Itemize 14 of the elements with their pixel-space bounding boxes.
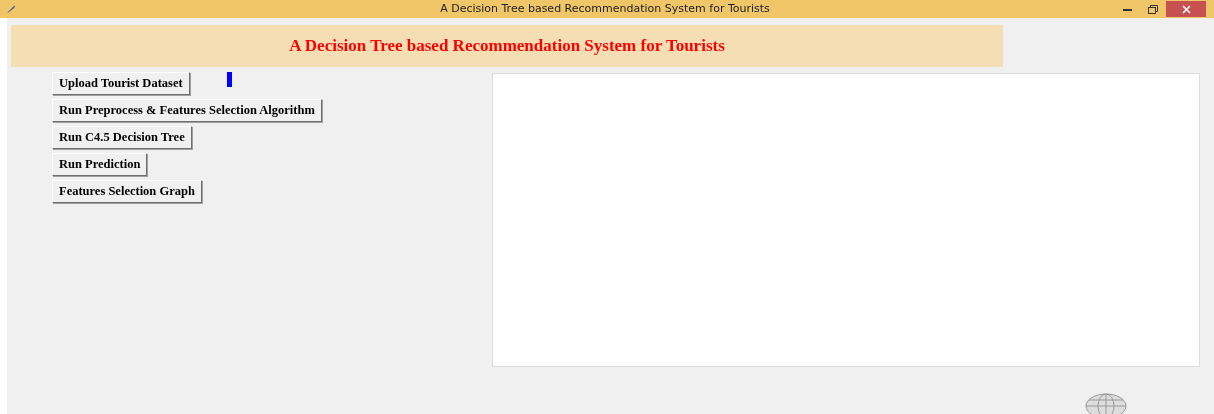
action-button[interactable]: Features Selection Graph — [52, 180, 202, 203]
action-button[interactable]: Run C4.5 Decision Tree — [52, 126, 192, 149]
window-title: A Decision Tree based Recommendation System for Tourists — [439, 1, 771, 17]
feather-icon — [6, 4, 16, 14]
close-icon — [1181, 4, 1191, 14]
app-heading: A Decision Tree based Recommendation System for Tourists — [11, 25, 1003, 67]
globe-icon — [1085, 392, 1127, 414]
minimize-icon — [1122, 7, 1132, 11]
close-button[interactable] — [1166, 1, 1206, 17]
action-button[interactable]: Upload Tourist Dataset — [52, 72, 190, 95]
action-button[interactable]: Run Preprocess & Features Selection Algorithm — [52, 99, 322, 122]
status-label — [226, 72, 232, 87]
restore-icon — [1148, 4, 1158, 14]
action-button[interactable]: Run Prediction — [52, 153, 148, 176]
